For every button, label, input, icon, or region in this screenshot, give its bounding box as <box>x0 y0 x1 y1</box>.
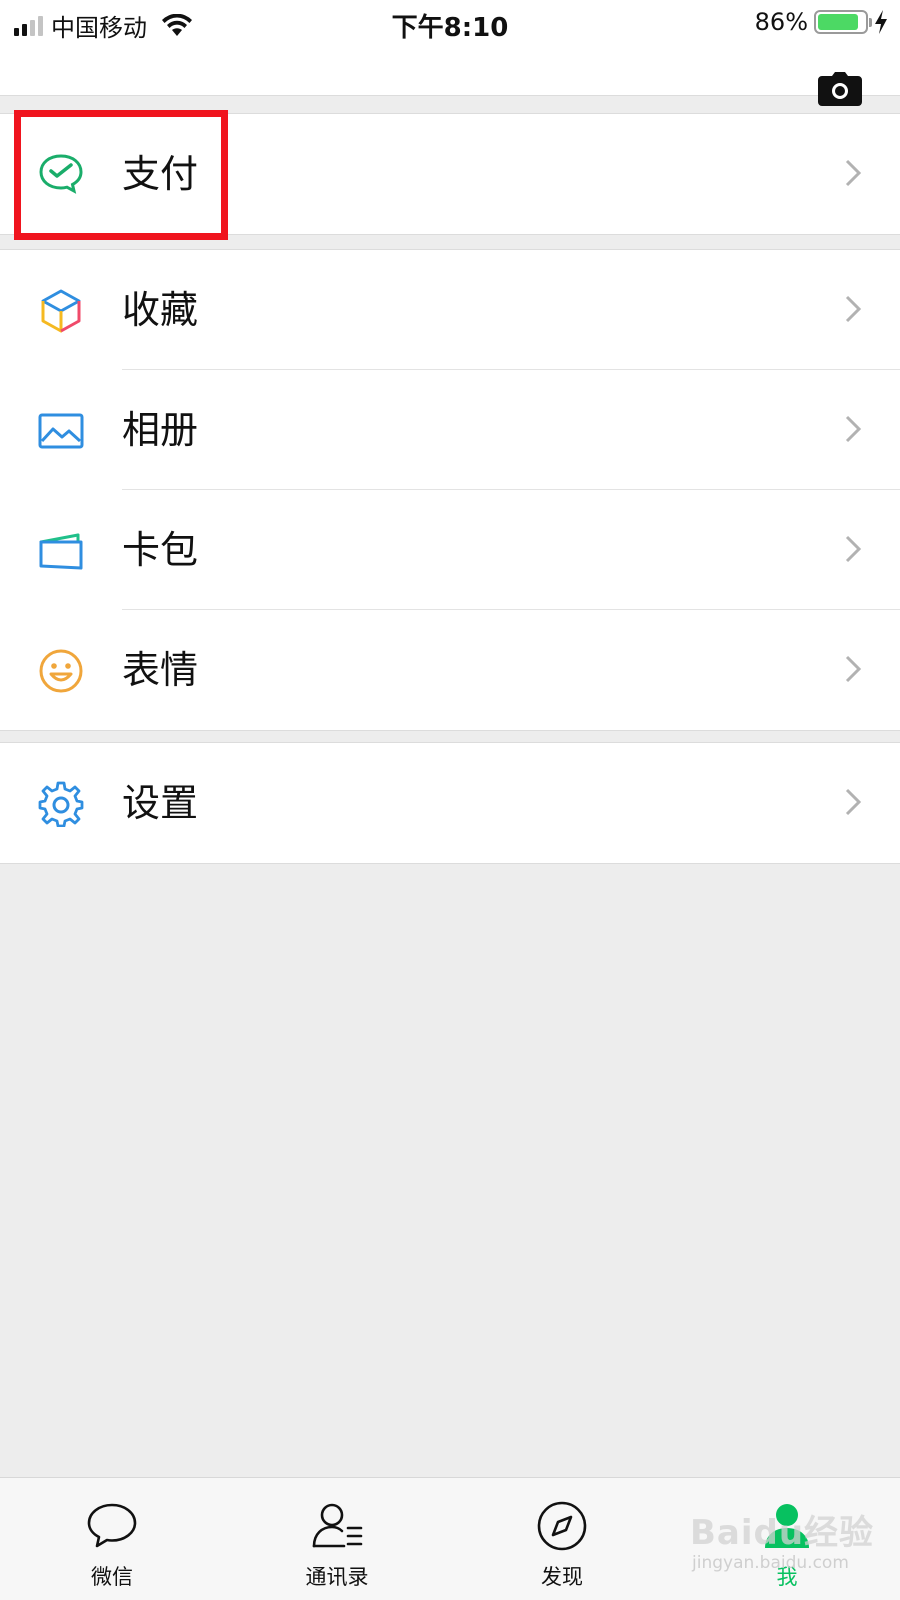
settings-gear-icon <box>38 781 84 827</box>
favorites-cube-icon <box>41 289 81 333</box>
menu-item-label: 收藏 <box>122 288 199 332</box>
battery-fill <box>818 14 858 30</box>
compass-icon <box>537 1501 587 1551</box>
tab-chats[interactable]: 微信 <box>52 1478 172 1600</box>
tab-discover[interactable]: 发现 <box>502 1478 622 1600</box>
status-right: 86% <box>755 8 888 36</box>
tab-label: 微信 <box>91 1565 133 1589</box>
watermark: Baidu经验 <box>690 1513 875 1553</box>
page-header <box>0 46 900 106</box>
menu-item-label: 设置 <box>122 781 199 825</box>
menu-item-label: 相册 <box>122 408 199 452</box>
chevron-right-icon <box>845 415 862 443</box>
menu-item-label: 卡包 <box>122 528 199 572</box>
tab-label: 通讯录 <box>305 1565 369 1589</box>
chat-bubble-icon <box>87 1503 137 1548</box>
battery-icon <box>814 10 872 34</box>
card-wallet-icon <box>39 533 83 570</box>
chevron-right-icon <box>845 655 862 683</box>
menu-group-settings: 设置 <box>0 742 900 864</box>
chevron-right-icon <box>845 535 862 563</box>
chevron-right-icon <box>845 788 862 816</box>
battery-percent: 86% <box>754 8 808 36</box>
menu-item-stickers[interactable]: 表情 <box>0 610 900 730</box>
status-bar: 中国移动 下午8:10 86% <box>0 0 900 46</box>
tab-contacts[interactable]: 通讯录 <box>277 1478 397 1600</box>
menu-group-main: 收藏 相册 卡包 表情 <box>0 249 900 731</box>
chevron-right-icon <box>845 159 862 187</box>
smiley-icon <box>39 649 83 693</box>
tab-label: 发现 <box>541 1565 583 1589</box>
menu-item-settings[interactable]: 设置 <box>0 743 900 863</box>
contacts-icon <box>312 1503 363 1548</box>
watermark-url: jingyan.baidu.com <box>692 1553 849 1573</box>
menu-item-card-wallet[interactable]: 卡包 <box>0 490 900 610</box>
album-icon <box>38 413 84 449</box>
camera-icon[interactable] <box>818 72 862 106</box>
wechat-me-page: 中国移动 下午8:10 86% 支付 收藏 相册 卡包 表情 设置 微信 通讯录… <box>0 0 900 1600</box>
charging-bolt-icon <box>875 10 887 34</box>
menu-item-album[interactable]: 相册 <box>0 370 900 490</box>
menu-item-label: 表情 <box>122 648 199 692</box>
menu-item-favorites[interactable]: 收藏 <box>0 250 900 370</box>
chevron-right-icon <box>845 295 862 323</box>
highlight-box <box>14 110 228 240</box>
